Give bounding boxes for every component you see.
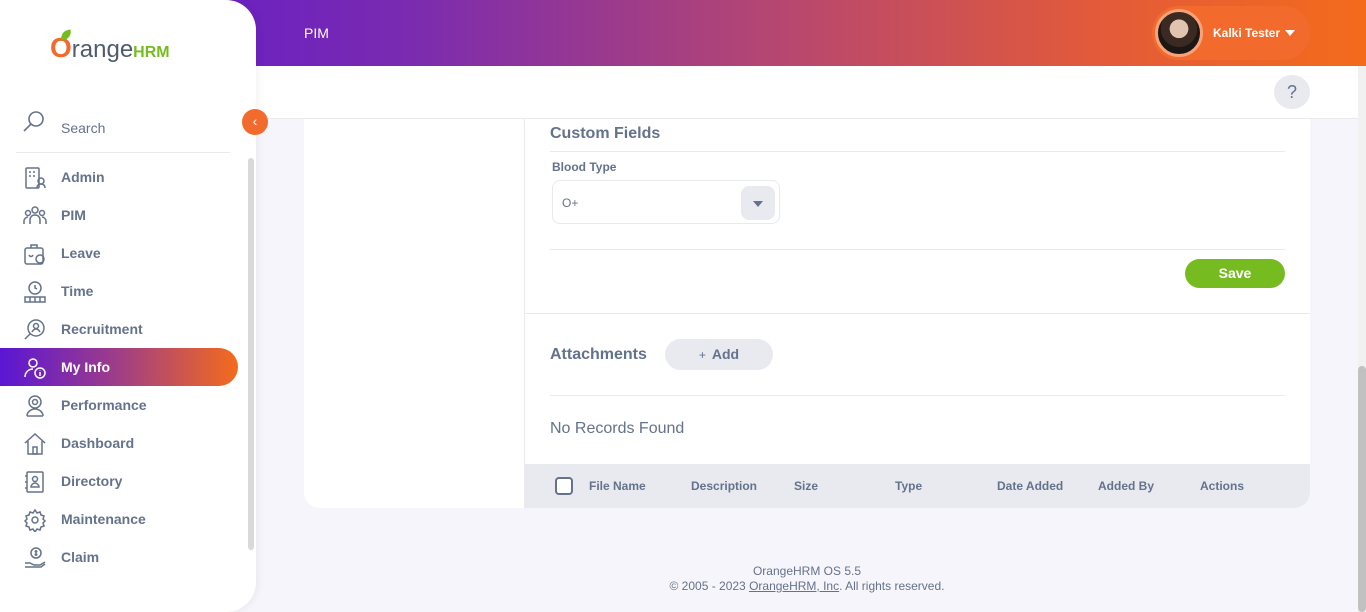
sidebar-scrollbar[interactable] xyxy=(248,158,254,550)
custom-fields-title: Custom Fields xyxy=(550,125,661,142)
sidebar-item-label: Admin xyxy=(61,169,105,185)
attachments-table-header: File Name Description Size Type Date Add… xyxy=(524,464,1310,508)
search-input[interactable]: Search xyxy=(16,108,230,153)
sidebar-item-dashboard[interactable]: Dashboard xyxy=(0,424,240,462)
sidebar-item-my-info[interactable]: My Info xyxy=(0,348,238,386)
performance-icon xyxy=(26,395,44,417)
attachments-title: Attachments xyxy=(550,346,647,363)
divider xyxy=(524,313,1310,314)
sidebar-item-pim[interactable]: PIM xyxy=(0,196,240,234)
column-header-size[interactable]: Size xyxy=(794,479,818,493)
caret-down-icon xyxy=(1285,30,1296,36)
add-button-label: Add xyxy=(711,346,740,362)
blood-type-value: O+ xyxy=(562,196,579,210)
page-scrollbar-thumb[interactable] xyxy=(1358,366,1366,612)
save-button[interactable]: Save xyxy=(1185,259,1285,288)
column-header-added-by[interactable]: Added By xyxy=(1098,479,1154,493)
recruitment-icon xyxy=(24,319,45,340)
collapse-sidebar-button[interactable]: ‹ xyxy=(242,109,268,135)
add-attachment-button[interactable]: + Add xyxy=(665,339,773,370)
sidebar-item-leave[interactable]: Leave xyxy=(0,234,240,272)
sidebar-item-label: Performance xyxy=(61,397,147,413)
sidebar: OrangeHRM Search Admin PIM Leave Time Re… xyxy=(0,0,256,612)
company-link[interactable]: OrangeHRM, Inc xyxy=(749,579,839,593)
select-all-checkbox[interactable] xyxy=(555,477,573,495)
divider xyxy=(550,249,1285,250)
sidebar-item-claim[interactable]: Claim xyxy=(0,538,240,576)
sidebar-item-label: Leave xyxy=(61,245,101,261)
avatar xyxy=(1155,9,1203,57)
help-button[interactable]: ? xyxy=(1274,75,1310,109)
admin-icon xyxy=(25,167,46,189)
user-dropdown[interactable]: Kalki Tester xyxy=(1152,6,1310,60)
search-icon xyxy=(23,111,44,132)
plus-icon: + xyxy=(698,348,706,362)
module-title: PIM xyxy=(304,25,329,41)
blood-type-label: Blood Type xyxy=(552,160,617,174)
sidebar-item-time[interactable]: Time xyxy=(0,272,240,310)
column-header-file-name[interactable]: File Name xyxy=(589,479,646,493)
sidebar-item-label: Time xyxy=(61,283,94,299)
main-menu: Admin PIM Leave Time Recruitment My Info… xyxy=(0,158,240,576)
footer-version: OrangeHRM OS 5.5 xyxy=(752,564,862,578)
column-header-date-added[interactable]: Date Added xyxy=(997,479,1063,493)
sidebar-item-label: Directory xyxy=(61,473,123,489)
footer: OrangeHRM OS 5.5 © 2005 - 2023 OrangeHRM… xyxy=(304,564,1310,594)
sidebar-item-label: Maintenance xyxy=(61,511,146,527)
sidebar-item-admin[interactable]: Admin xyxy=(0,158,240,196)
column-header-description[interactable]: Description xyxy=(691,479,757,493)
sidebar-item-label: Dashboard xyxy=(61,435,135,451)
sidebar-item-performance[interactable]: Performance xyxy=(0,386,240,424)
footer-copyright: © 2005 - 2023 OrangeHRM, Inc. All rights… xyxy=(669,579,945,593)
search-label: Search xyxy=(61,120,106,136)
divider xyxy=(550,395,1285,396)
no-records-text: No Records Found xyxy=(550,420,685,437)
sidebar-item-label: Claim xyxy=(61,549,100,565)
pim-icon xyxy=(23,206,47,224)
sidebar-item-directory[interactable]: Directory xyxy=(0,462,240,500)
profile-tabs-panel xyxy=(304,119,524,508)
claim-icon xyxy=(25,547,46,568)
my-info-icon xyxy=(24,358,46,379)
sidebar-item-recruitment[interactable]: Recruitment xyxy=(0,310,240,348)
sidebar-item-label: Recruitment xyxy=(61,321,143,337)
dashboard-icon xyxy=(24,432,46,455)
chevron-down-icon[interactable] xyxy=(741,186,775,220)
sub-header xyxy=(256,66,1358,119)
sidebar-item-maintenance[interactable]: Maintenance xyxy=(0,500,240,538)
directory-icon xyxy=(25,471,44,493)
column-header-type[interactable]: Type xyxy=(895,479,922,493)
column-header-actions: Actions xyxy=(1200,479,1245,493)
user-name: Kalki Tester xyxy=(1213,26,1281,40)
maintenance-icon xyxy=(23,508,47,532)
divider xyxy=(550,151,1285,152)
sidebar-item-label: My Info xyxy=(61,359,110,375)
leave-icon xyxy=(24,244,45,265)
blood-type-select[interactable]: O+ xyxy=(552,180,780,224)
sidebar-item-label: PIM xyxy=(61,207,86,223)
time-icon xyxy=(24,281,46,303)
